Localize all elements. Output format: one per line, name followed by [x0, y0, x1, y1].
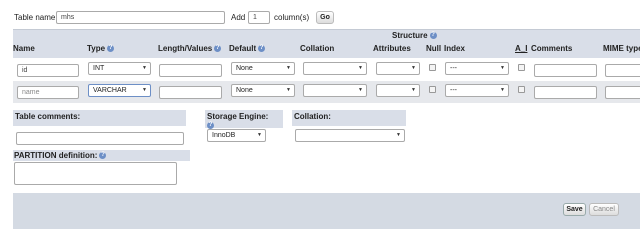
table-row: id INT ▼ None ▼ ▼ ▼ --- ▼	[13, 58, 640, 81]
chevron-down-icon: ▼	[358, 65, 363, 71]
null-checkbox[interactable]	[429, 64, 436, 71]
col-header-null: Null	[426, 44, 442, 53]
col-header-collation: Collation	[300, 44, 335, 53]
collation-select[interactable]: ▼	[303, 62, 367, 75]
index-select[interactable]: --- ▼	[445, 84, 509, 97]
column-name-input[interactable]: name	[17, 86, 79, 99]
col-header-index: Index	[444, 44, 465, 53]
attributes-select[interactable]: ▼	[376, 84, 420, 97]
footer-bar: Save Cancel	[13, 193, 640, 229]
top-bar: Table name: mhs Add 1 column(s) Go	[0, 6, 640, 28]
length-values-input[interactable]	[159, 86, 222, 99]
default-select[interactable]: None ▼	[231, 62, 295, 75]
chevron-down-icon: ▼	[142, 87, 147, 93]
help-icon[interactable]: ?	[429, 32, 437, 40]
help-icon[interactable]: ?	[107, 45, 115, 53]
collation-select[interactable]: ▼	[303, 84, 367, 97]
chevron-down-icon: ▼	[411, 87, 416, 93]
chevron-down-icon: ▼	[257, 132, 262, 138]
length-values-input[interactable]	[159, 64, 222, 77]
storage-engine-label: Storage Engine:?	[205, 110, 283, 130]
comments-input[interactable]	[534, 86, 597, 99]
table-comments-section: Table comments:	[13, 110, 186, 148]
column-type-select[interactable]: INT ▼	[88, 62, 151, 75]
col-header-default: Default?	[229, 44, 266, 53]
attributes-select[interactable]: ▼	[376, 62, 420, 75]
table-comments-label: Table comments:	[13, 110, 186, 126]
index-select[interactable]: --- ▼	[445, 62, 509, 75]
add-label: Add	[231, 13, 246, 22]
cancel-button[interactable]: Cancel	[589, 203, 619, 216]
structure-header: Structure? Name Type? Length/Values? Def…	[13, 29, 640, 58]
structure-title: Structure?	[392, 31, 437, 40]
table-row: name VARCHAR ▼ None ▼ ▼ ▼ --- ▼	[13, 81, 640, 103]
chevron-down-icon: ▼	[358, 87, 363, 93]
chevron-down-icon: ▼	[500, 65, 505, 71]
default-select[interactable]: None ▼	[231, 84, 295, 97]
chevron-down-icon: ▼	[142, 65, 147, 71]
chevron-down-icon: ▼	[286, 87, 291, 93]
partition-section: PARTITION definition:?	[13, 150, 190, 188]
table-collation-select[interactable]: ▼	[295, 129, 405, 142]
col-header-type: Type?	[87, 44, 115, 53]
auto-increment-checkbox[interactable]	[518, 64, 525, 71]
storage-engine-select[interactable]: InnoDB ▼	[207, 129, 266, 142]
help-icon[interactable]: ?	[99, 152, 107, 160]
storage-engine-section: Storage Engine:? InnoDB ▼	[205, 110, 283, 144]
col-header-length: Length/Values?	[158, 44, 222, 53]
chevron-down-icon: ▼	[500, 87, 505, 93]
collation-label: Collation:	[292, 110, 406, 126]
mime-type-select[interactable]	[605, 86, 640, 99]
auto-increment-checkbox[interactable]	[518, 86, 525, 93]
table-name-input[interactable]: mhs	[56, 11, 225, 24]
chevron-down-icon: ▼	[411, 65, 416, 71]
save-button[interactable]: Save	[563, 203, 586, 216]
partition-definition-textarea[interactable]	[14, 162, 177, 185]
chevron-down-icon: ▼	[286, 65, 291, 71]
go-button[interactable]: Go	[316, 11, 334, 24]
col-header-name: Name	[13, 44, 35, 53]
mime-type-select[interactable]	[605, 64, 640, 77]
help-icon[interactable]: ?	[214, 45, 222, 53]
col-header-mime: MIME type	[603, 44, 640, 53]
chevron-down-icon: ▼	[396, 132, 401, 138]
col-header-attributes: Attributes	[373, 44, 411, 53]
column-name-input[interactable]: id	[17, 64, 79, 77]
col-header-ai: A_I	[515, 44, 528, 53]
collation-section: Collation: ▼	[292, 110, 406, 144]
table-comments-input[interactable]	[16, 132, 184, 145]
help-icon[interactable]: ?	[258, 45, 266, 53]
columns-label: column(s)	[274, 13, 310, 22]
partition-label: PARTITION definition:?	[13, 150, 190, 161]
add-column-count-input[interactable]: 1	[248, 11, 270, 24]
null-checkbox[interactable]	[429, 86, 436, 93]
column-type-select[interactable]: VARCHAR ▼	[88, 84, 151, 97]
comments-input[interactable]	[534, 64, 597, 77]
col-header-comments: Comments	[531, 44, 573, 53]
table-name-label: Table name:	[14, 13, 58, 22]
